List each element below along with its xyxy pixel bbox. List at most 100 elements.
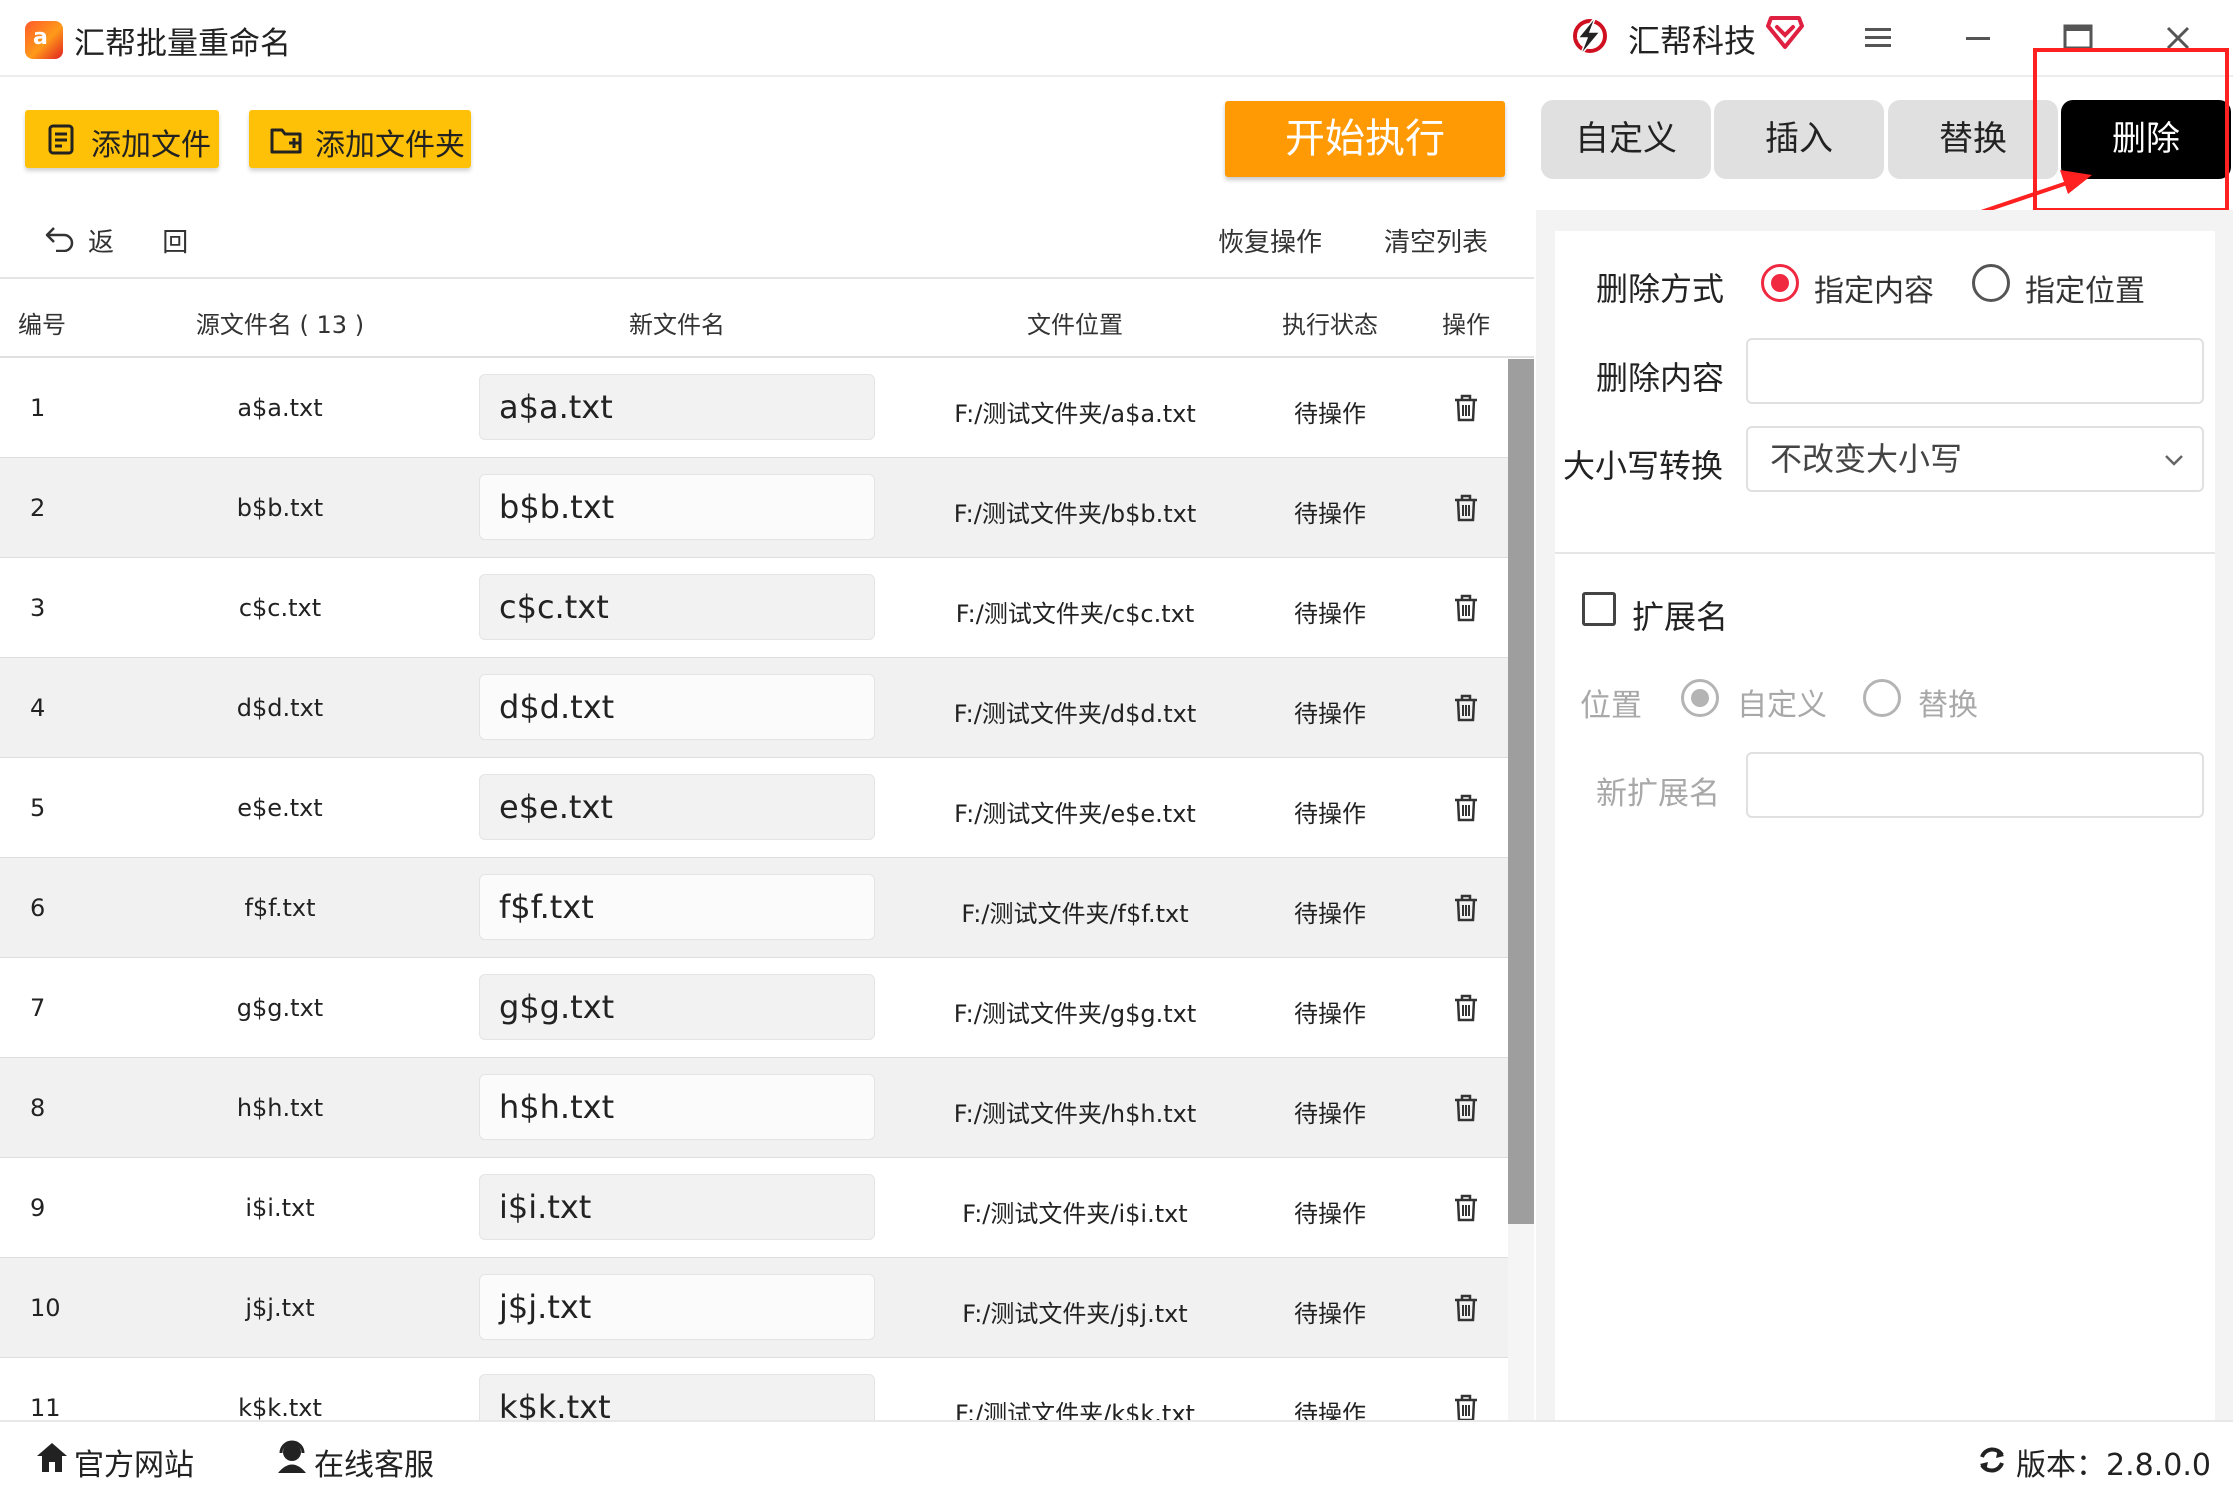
new-filename-input[interactable]: b$b.txt bbox=[479, 474, 875, 540]
radio-position-replace-label[interactable]: 替换 bbox=[1918, 680, 1978, 724]
table-row: 11 k$k.txt k$k.txt F:/测试文件夹/k$k.txt 待操作 bbox=[0, 1358, 1508, 1420]
start-execute-button[interactable]: 开始执行 bbox=[1225, 101, 1505, 177]
trash-icon[interactable] bbox=[1453, 1394, 1479, 1420]
extension-checkbox[interactable] bbox=[1582, 592, 1616, 626]
execution-status: 待操作 bbox=[1294, 1400, 1366, 1420]
add-file-button[interactable]: 添加文件 bbox=[25, 110, 219, 168]
new-filename-input[interactable]: k$k.txt bbox=[479, 1374, 875, 1420]
menu-icon[interactable] bbox=[1856, 16, 1900, 60]
execution-status: 待操作 bbox=[1294, 400, 1366, 428]
delete-content-label: 删除内容 bbox=[1596, 359, 1725, 397]
refresh-update-icon bbox=[1980, 1447, 2004, 1473]
execution-status: 待操作 bbox=[1294, 1000, 1366, 1028]
new-extension-input[interactable] bbox=[1746, 752, 2204, 818]
add-file-label: 添加文件 bbox=[91, 128, 211, 163]
trash-icon[interactable] bbox=[1453, 994, 1479, 1022]
source-filename: k$k.txt bbox=[238, 1394, 322, 1420]
radio-specified-content[interactable] bbox=[1761, 264, 1799, 302]
new-filename-input[interactable]: h$h.txt bbox=[479, 1074, 875, 1140]
brand-lightning-logo-icon bbox=[1573, 15, 1607, 57]
delete-content-input[interactable] bbox=[1746, 338, 2204, 404]
vip-diamond-icon[interactable] bbox=[1766, 14, 1804, 50]
add-folder-button[interactable]: 添加文件夹 bbox=[249, 110, 471, 168]
trash-icon[interactable] bbox=[1453, 1294, 1479, 1322]
back-arrow-icon bbox=[45, 227, 74, 253]
radio-specified-position-label[interactable]: 指定位置 bbox=[2025, 266, 2145, 310]
table-row: 4 d$d.txt d$d.txt F:/测试文件夹/d$d.txt 待操作 bbox=[0, 658, 1508, 758]
new-filename-input[interactable]: i$i.txt bbox=[479, 1174, 875, 1240]
row-number: 10 bbox=[30, 1294, 61, 1322]
minimize-icon[interactable] bbox=[1956, 16, 2000, 60]
file-location: F:/测试文件夹/f$f.txt bbox=[961, 900, 1189, 928]
back-label: 返 回 bbox=[88, 228, 209, 258]
source-filename: h$h.txt bbox=[236, 1094, 324, 1122]
new-filename-input[interactable]: d$d.txt bbox=[479, 674, 875, 740]
tab-insert[interactable]: 插入 bbox=[1714, 100, 1884, 179]
table-row: 9 i$i.txt i$i.txt F:/测试文件夹/i$i.txt 待操作 bbox=[0, 1158, 1508, 1258]
header-status: 执行状态 bbox=[1282, 311, 1378, 339]
radio-position-replace[interactable] bbox=[1863, 679, 1901, 717]
new-filename-input[interactable]: j$j.txt bbox=[479, 1274, 875, 1340]
execution-status: 待操作 bbox=[1294, 600, 1366, 628]
home-icon bbox=[37, 1443, 67, 1472]
execution-status: 待操作 bbox=[1294, 800, 1366, 828]
position-label: 位置 bbox=[1580, 688, 1642, 724]
new-filename-input[interactable]: a$a.txt bbox=[479, 374, 875, 440]
file-table: 编号 源文件名 ( 13 ) 新文件名 文件位置 执行状态 操作 1 a$a.tx… bbox=[0, 277, 1534, 1420]
scrollbar-thumb[interactable] bbox=[1508, 359, 1534, 1224]
case-convert-select[interactable]: 不改变大小写 bbox=[1746, 426, 2204, 492]
settings-card bbox=[1555, 231, 2215, 1420]
trash-icon[interactable] bbox=[1453, 694, 1479, 722]
source-filename: c$c.txt bbox=[238, 594, 322, 622]
online-support-label: 在线客服 bbox=[314, 1448, 434, 1483]
table-scrollbar[interactable] bbox=[1508, 359, 1534, 1420]
trash-icon[interactable] bbox=[1453, 594, 1479, 622]
status-bar: 官方网站 在线客服 版本：2.8.0.0 bbox=[0, 1420, 2233, 1490]
radio-specified-content-label[interactable]: 指定内容 bbox=[1814, 266, 1934, 310]
tab-custom[interactable]: 自定义 bbox=[1541, 100, 1711, 179]
panel-divider bbox=[1555, 552, 2215, 554]
row-number: 11 bbox=[30, 1394, 61, 1420]
trash-icon[interactable] bbox=[1453, 1094, 1479, 1122]
extension-label[interactable]: 扩展名 bbox=[1632, 592, 1728, 638]
new-filename-input[interactable]: f$f.txt bbox=[479, 874, 875, 940]
file-location: F:/测试文件夹/i$i.txt bbox=[962, 1200, 1188, 1228]
row-number: 4 bbox=[30, 694, 46, 722]
new-filename-input[interactable]: g$g.txt bbox=[479, 974, 875, 1040]
trash-icon[interactable] bbox=[1453, 494, 1479, 522]
table-row: 2 b$b.txt b$b.txt F:/测试文件夹/b$b.txt 待操作 bbox=[0, 458, 1508, 558]
table-body: 1 a$a.txt a$a.txt F:/测试文件夹/a$a.txt 待操作 2 b$b.t… bbox=[0, 358, 1508, 1420]
annotation-highlight-box bbox=[2033, 48, 2229, 212]
new-filename-input[interactable]: e$e.txt bbox=[479, 774, 875, 840]
trash-icon[interactable] bbox=[1453, 794, 1479, 822]
file-location: F:/测试文件夹/b$b.txt bbox=[953, 500, 1197, 528]
chevron-down-icon bbox=[2165, 455, 2183, 466]
restore-button[interactable]: 恢复操作 bbox=[1218, 222, 1322, 259]
source-filename: a$a.txt bbox=[237, 394, 323, 422]
new-extension-label: 新扩展名 bbox=[1596, 776, 1720, 812]
row-number: 7 bbox=[30, 994, 46, 1022]
source-filename: f$f.txt bbox=[244, 894, 316, 922]
new-filename-input[interactable]: c$c.txt bbox=[479, 574, 875, 640]
execution-status: 待操作 bbox=[1294, 1300, 1366, 1328]
file-location: F:/测试文件夹/j$j.txt bbox=[962, 1300, 1188, 1328]
trash-icon[interactable] bbox=[1453, 894, 1479, 922]
row-number: 1 bbox=[30, 394, 46, 422]
radio-specified-position[interactable] bbox=[1972, 264, 2010, 302]
file-location: F:/测试文件夹/c$c.txt bbox=[955, 600, 1195, 628]
table-row: 1 a$a.txt a$a.txt F:/测试文件夹/a$a.txt 待操作 bbox=[0, 358, 1508, 458]
radio-position-custom-label[interactable]: 自定义 bbox=[1737, 680, 1827, 724]
radio-position-custom[interactable] bbox=[1681, 679, 1719, 717]
source-filename: j$j.txt bbox=[245, 1294, 315, 1322]
add-folder-icon bbox=[270, 128, 302, 154]
row-number: 9 bbox=[30, 1194, 46, 1222]
add-folder-label: 添加文件夹 bbox=[315, 128, 465, 163]
trash-icon[interactable] bbox=[1453, 394, 1479, 422]
back-button[interactable]: 返 回 bbox=[44, 222, 188, 259]
header-source: 源文件名 ( 13 ) bbox=[195, 311, 365, 339]
execution-status: 待操作 bbox=[1294, 1100, 1366, 1128]
file-location: F:/测试文件夹/g$g.txt bbox=[953, 1000, 1197, 1028]
case-convert-value: 不改变大小写 bbox=[1770, 440, 1963, 478]
clear-list-button[interactable]: 清空列表 bbox=[1384, 222, 1488, 259]
trash-icon[interactable] bbox=[1453, 1194, 1479, 1222]
